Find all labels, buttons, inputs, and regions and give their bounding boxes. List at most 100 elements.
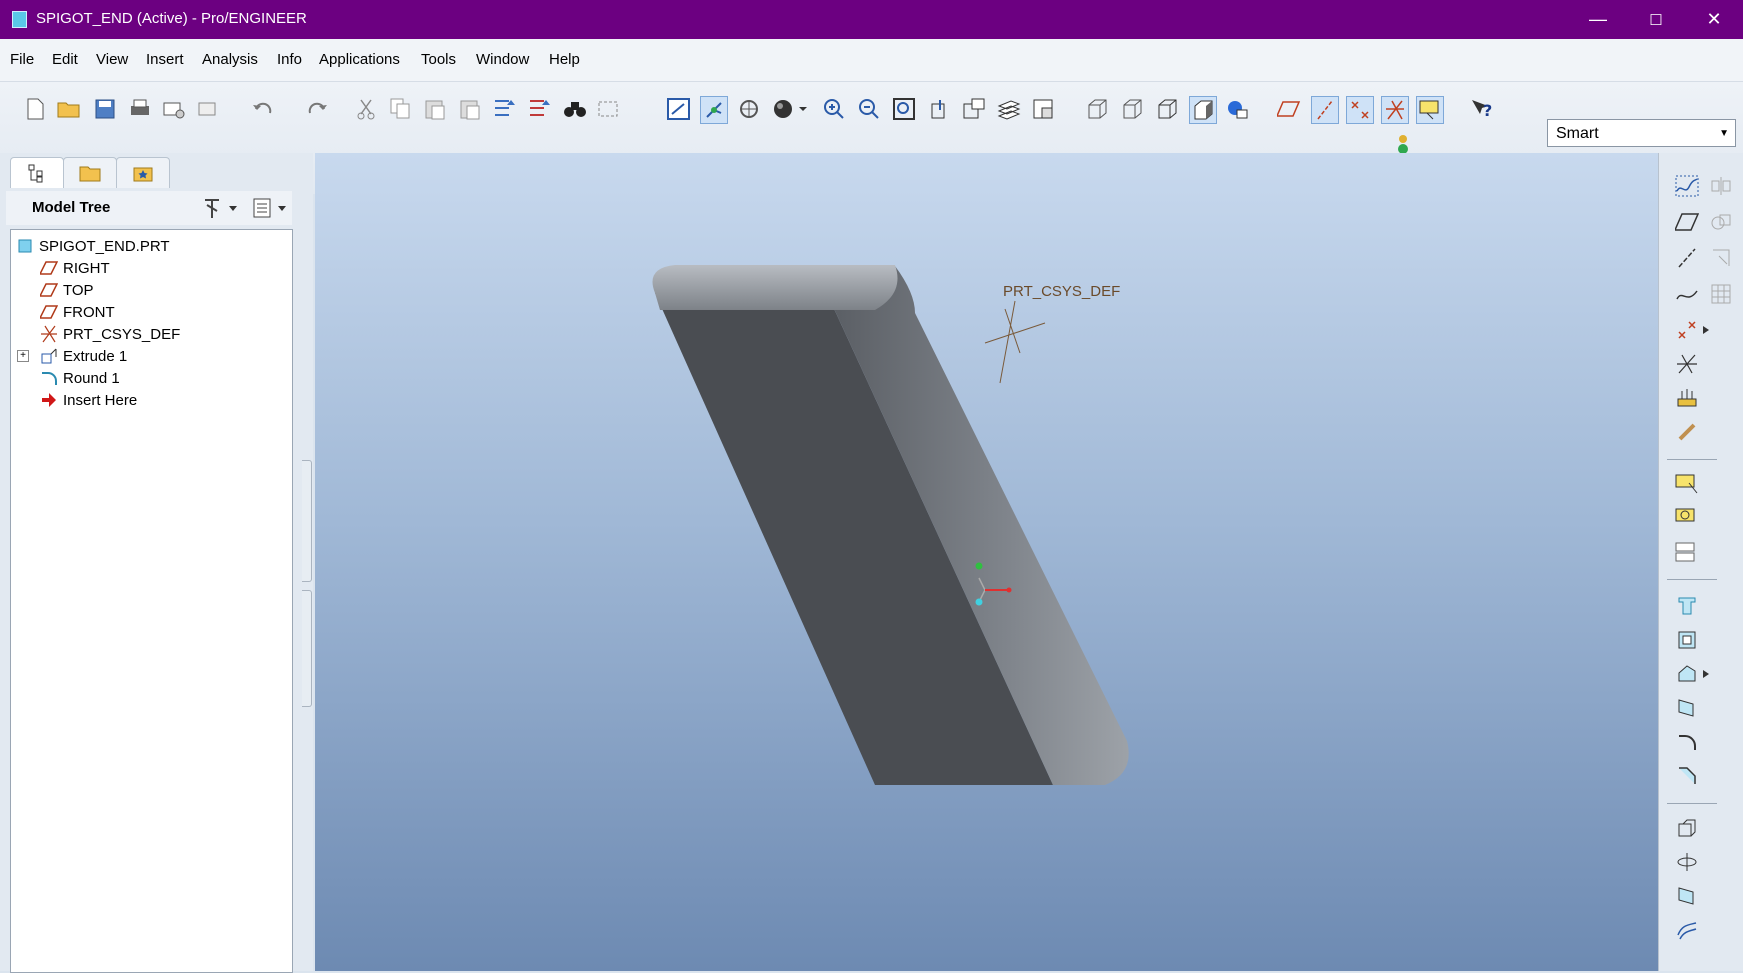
- revolve-tool-icon[interactable]: [1673, 627, 1701, 653]
- datum-sketch-tool-icon[interactable]: [1673, 419, 1701, 445]
- zoom-out-icon[interactable]: [856, 96, 882, 122]
- regen-manager-icon[interactable]: [526, 96, 552, 122]
- orient-mode-icon[interactable]: [736, 96, 762, 122]
- mirror-tool-icon[interactable]: [1673, 539, 1701, 565]
- no-hidden-icon[interactable]: [1154, 96, 1180, 122]
- paste-tool-icon[interactable]: [1673, 505, 1701, 531]
- redo-icon[interactable]: [304, 96, 330, 122]
- datum-point-tool-icon[interactable]: [1673, 317, 1701, 343]
- tree-item-insert-here[interactable]: Insert Here: [39, 390, 137, 410]
- minimize-button[interactable]: —: [1569, 0, 1627, 39]
- merge-icon[interactable]: [1707, 209, 1735, 235]
- draft-tool-icon[interactable]: [1673, 883, 1701, 909]
- tree-settings-icon[interactable]: [202, 197, 240, 223]
- blend-tool-icon[interactable]: [1673, 695, 1701, 721]
- extrude-tool-icon[interactable]: [1673, 593, 1701, 619]
- pattern-icon[interactable]: [1707, 281, 1735, 307]
- panel-splitter-handle[interactable]: [302, 590, 312, 707]
- copy-icon[interactable]: [388, 96, 414, 122]
- new-file-icon[interactable]: [22, 96, 48, 122]
- tab-model-tree[interactable]: [10, 157, 64, 188]
- print-icon[interactable]: [127, 96, 153, 122]
- datum-plane-tool-icon[interactable]: [1673, 209, 1701, 235]
- datum-axis-tool-icon[interactable]: [1673, 245, 1701, 271]
- hidden-line-icon[interactable]: [1119, 96, 1145, 122]
- shading-sphere-icon[interactable]: [770, 96, 796, 122]
- shaded-icon[interactable]: [1189, 96, 1217, 124]
- sketch-tool-icon[interactable]: [1673, 173, 1701, 199]
- save-icon[interactable]: [92, 96, 118, 122]
- graphics-viewport[interactable]: PRT_CSYS_DEF: [315, 153, 1658, 971]
- shading-dropdown-icon[interactable]: [796, 96, 810, 122]
- tree-item-front[interactable]: FRONT: [39, 302, 115, 322]
- reorient-icon[interactable]: [926, 96, 952, 122]
- tab-folder-browser[interactable]: [63, 157, 117, 188]
- datum-axis-display-icon[interactable]: [1311, 96, 1339, 124]
- menu-tools[interactable]: Tools: [421, 51, 456, 68]
- csys-tool-icon[interactable]: [1673, 351, 1701, 377]
- close-button[interactable]: ✕: [1685, 0, 1743, 39]
- tree-item-top[interactable]: TOP: [39, 280, 94, 300]
- boundary-blend-tool-icon[interactable]: [1673, 917, 1701, 943]
- find-binoculars-icon[interactable]: [562, 96, 588, 122]
- open-folder-icon[interactable]: [56, 96, 82, 122]
- mirror-feature-icon[interactable]: [1707, 173, 1735, 199]
- shell-tool-icon[interactable]: [1673, 815, 1701, 841]
- panel-splitter-handle[interactable]: [302, 460, 312, 582]
- zoom-in-icon[interactable]: [821, 96, 847, 122]
- cut-icon[interactable]: [353, 96, 379, 122]
- menu-help[interactable]: Help: [549, 51, 580, 68]
- send-mail-icon[interactable]: [161, 96, 187, 122]
- tree-item-part[interactable]: SPIGOT_END.PRT: [15, 236, 170, 256]
- select-box-icon[interactable]: [597, 96, 623, 122]
- maximize-button[interactable]: ☐: [1627, 0, 1685, 39]
- saved-views-icon[interactable]: [961, 96, 987, 122]
- menu-insert[interactable]: Insert: [146, 51, 184, 68]
- spin-center-icon[interactable]: [700, 96, 728, 124]
- tree-item-round[interactable]: Round 1: [39, 368, 120, 388]
- tree-item-label: SPIGOT_END.PRT: [39, 237, 170, 255]
- refit-icon[interactable]: [891, 96, 917, 122]
- round-tool-icon[interactable]: [1673, 729, 1701, 755]
- csys-display-icon[interactable]: [1381, 96, 1409, 124]
- tree-columns-icon[interactable]: [252, 197, 290, 223]
- model-display-icon[interactable]: [1224, 96, 1250, 122]
- tree-item-right[interactable]: RIGHT: [39, 258, 110, 278]
- analysis-tool-icon[interactable]: [1673, 385, 1701, 411]
- model-tree-header: Model Tree: [6, 191, 292, 225]
- sweep-tool-icon[interactable]: [1673, 661, 1701, 687]
- wireframe-icon[interactable]: [1084, 96, 1110, 122]
- tree-item-label: Insert Here: [63, 391, 138, 409]
- regenerate-icon[interactable]: [491, 96, 517, 122]
- menu-analysis[interactable]: Analysis: [202, 51, 258, 68]
- menu-view[interactable]: View: [96, 51, 128, 68]
- flyout-arrow-icon[interactable]: [1701, 317, 1711, 343]
- chamfer-tool-icon[interactable]: [1673, 763, 1701, 789]
- menu-info[interactable]: Info: [277, 51, 302, 68]
- layers-icon[interactable]: [996, 96, 1022, 122]
- menu-edit[interactable]: Edit: [52, 51, 78, 68]
- undo-icon[interactable]: [250, 96, 276, 122]
- tree-item-csys[interactable]: PRT_CSYS_DEF: [39, 324, 180, 344]
- context-help-icon[interactable]: ?: [1469, 96, 1495, 122]
- rib-tool-icon[interactable]: [1673, 849, 1701, 875]
- paste-special-icon[interactable]: [457, 96, 483, 122]
- repaint-icon[interactable]: [666, 96, 692, 122]
- menu-file[interactable]: File: [10, 51, 34, 68]
- tree-item-extrude[interactable]: + Extrude 1: [17, 346, 127, 366]
- send-link-icon[interactable]: [196, 96, 222, 122]
- selection-filter-dropdown[interactable]: Smart ▼: [1547, 119, 1736, 147]
- menu-applications[interactable]: Applications: [319, 51, 400, 68]
- view-manager-icon[interactable]: [1031, 96, 1057, 122]
- expand-icon[interactable]: +: [17, 350, 29, 362]
- trim-icon[interactable]: [1707, 245, 1735, 271]
- menu-window[interactable]: Window: [476, 51, 529, 68]
- tab-favorites[interactable]: [116, 157, 170, 188]
- datum-curve-tool-icon[interactable]: [1673, 281, 1701, 307]
- datum-point-display-icon[interactable]: [1346, 96, 1374, 124]
- flyout-arrow-icon[interactable]: [1701, 661, 1711, 687]
- paste-icon[interactable]: [422, 96, 448, 122]
- copy-tool-icon[interactable]: [1673, 471, 1701, 497]
- datum-plane-display-icon[interactable]: [1276, 96, 1302, 122]
- annotation-display-icon[interactable]: [1416, 96, 1444, 124]
